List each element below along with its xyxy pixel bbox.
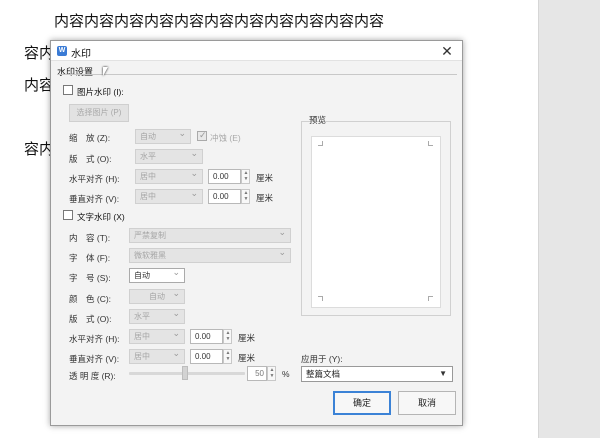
- picture-layout-label: 版 式 (O):: [69, 154, 112, 164]
- mouse-cursor-icon: [103, 67, 108, 76]
- preview-corner-mark: [318, 296, 323, 301]
- transparency-spinner[interactable]: ▲ ▼: [267, 366, 276, 381]
- picture-watermark-label: 图片水印 (I):: [77, 87, 124, 97]
- preview-corner-mark: [318, 141, 323, 146]
- text-valign-spinner[interactable]: ▲ ▼: [223, 349, 232, 364]
- picture-valign-spinner[interactable]: ▲ ▼: [241, 189, 250, 204]
- apply-to-label: 应用于 (Y):: [301, 354, 343, 364]
- font-size-select[interactable]: 自动: [129, 266, 185, 283]
- spin-down-icon[interactable]: ▼: [225, 356, 231, 362]
- font-label: 字 体 (F):: [69, 253, 111, 263]
- picture-watermark-checkbox[interactable]: [63, 85, 73, 95]
- text-valign-offset-input[interactable]: 0.00: [190, 349, 223, 364]
- picture-halign-select[interactable]: 居中: [135, 167, 203, 184]
- picture-halign-spinner[interactable]: ▲ ▼: [241, 169, 250, 184]
- text-halign-select[interactable]: 居中: [129, 327, 185, 344]
- dialog-title: 水印: [71, 49, 91, 60]
- picture-valign-label: 垂直对齐 (V):: [69, 194, 120, 204]
- spin-down-icon[interactable]: ▼: [225, 336, 231, 342]
- close-icon[interactable]: ✕: [440, 43, 454, 59]
- font-select[interactable]: 微软雅黑: [129, 246, 291, 263]
- transparency-input[interactable]: 50: [247, 366, 267, 381]
- color-label: 颜 色 (C):: [69, 294, 112, 304]
- text-layout-select[interactable]: 水平: [129, 307, 185, 324]
- preview-page: [311, 136, 441, 308]
- spin-down-icon[interactable]: ▼: [243, 196, 249, 202]
- picture-valign-offset-input[interactable]: 0.00: [208, 189, 241, 204]
- unit-label: 厘米: [238, 333, 256, 343]
- text-layout-label: 版 式 (O):: [69, 314, 112, 324]
- text-halign-label: 水平对齐 (H):: [69, 334, 120, 344]
- percent-label: %: [282, 369, 290, 379]
- dialog-titlebar[interactable]: W 水印 ✕: [51, 41, 462, 61]
- scale-select[interactable]: 自动: [135, 127, 191, 144]
- wps-app-icon: W: [57, 46, 67, 56]
- watermark-dialog: W 水印 ✕ 水印设置 图片水印 (I): 选择图片 (P) 缩 放 (Z): …: [50, 40, 463, 426]
- text-halign-spinner[interactable]: ▲ ▼: [223, 329, 232, 344]
- washout-checkbox[interactable]: [197, 130, 207, 141]
- preview-corner-mark: [428, 296, 433, 301]
- text-halign-offset-input[interactable]: 0.00: [190, 329, 223, 344]
- picture-halign-offset-input[interactable]: 0.00: [208, 169, 241, 184]
- text-watermark-label: 文字水印 (X): [77, 212, 125, 222]
- cancel-button[interactable]: 取消: [398, 391, 456, 415]
- color-select[interactable]: 自动: [129, 287, 185, 304]
- transparency-slider-thumb[interactable]: [182, 366, 188, 380]
- picture-valign-select[interactable]: 居中: [135, 187, 203, 204]
- content-select[interactable]: 严禁复制: [129, 226, 291, 243]
- unit-label: 厘米: [256, 193, 274, 203]
- washout-label: 冲蚀 (E): [210, 133, 241, 143]
- picture-halign-label: 水平对齐 (H):: [69, 174, 120, 184]
- section-divider: [57, 74, 457, 75]
- section-label: 水印设置: [57, 67, 94, 77]
- content-label: 内 容 (T):: [69, 233, 111, 243]
- scale-label: 缩 放 (Z):: [69, 133, 111, 143]
- select-picture-button[interactable]: 选择图片 (P): [69, 104, 129, 122]
- apply-to-select[interactable]: 整篇文档 ▼: [301, 366, 453, 382]
- document-side-panel: [538, 0, 600, 438]
- transparency-label: 透 明 度 (R):: [69, 371, 116, 381]
- text-valign-select[interactable]: 居中: [129, 347, 185, 364]
- dropdown-arrow-icon: ▼: [439, 369, 447, 378]
- picture-layout-select[interactable]: 水平: [135, 147, 203, 164]
- spin-down-icon[interactable]: ▼: [269, 373, 275, 379]
- text-valign-label: 垂直对齐 (V):: [69, 354, 120, 364]
- text-watermark-checkbox[interactable]: [63, 210, 73, 220]
- font-size-label: 字 号 (S):: [69, 273, 111, 283]
- preview-label: 预览: [309, 115, 327, 125]
- preview-corner-mark: [428, 141, 433, 146]
- document-text-line: 内容内容内容内容内容内容内容内容内容内容内容: [54, 12, 385, 30]
- unit-label: 厘米: [256, 173, 274, 183]
- apply-to-value: 整篇文档: [306, 369, 341, 379]
- unit-label: 厘米: [238, 353, 256, 363]
- spin-down-icon[interactable]: ▼: [243, 176, 249, 182]
- ok-button[interactable]: 确定: [333, 391, 391, 415]
